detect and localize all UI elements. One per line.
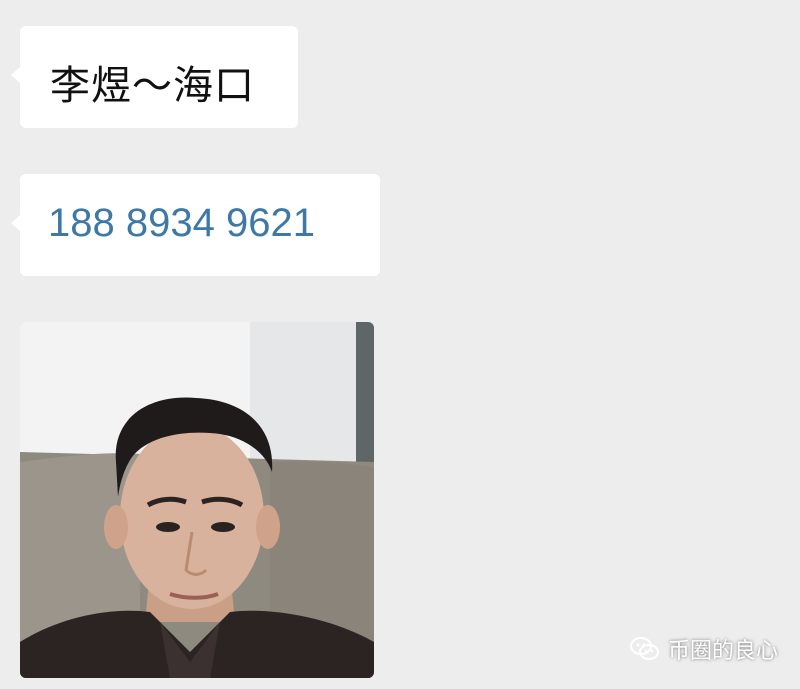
chat-window: 李煜～海口 188 8934 9621 币圈的良心	[0, 0, 800, 689]
message-bubble-name[interactable]: 李煜～海口	[11, 26, 298, 128]
phone-number-link[interactable]: 188 8934 9621	[48, 201, 315, 246]
wechat-icon	[629, 637, 659, 660]
photo-message[interactable]	[20, 322, 374, 678]
portrait-photo	[20, 322, 374, 678]
message-name-text: 李煜～海口	[50, 63, 255, 109]
watermark-label: 币圈的良心	[667, 639, 778, 664]
watermark: 币圈的良心	[629, 633, 778, 665]
message-bubble-phone[interactable]: 188 8934 9621	[11, 174, 380, 276]
